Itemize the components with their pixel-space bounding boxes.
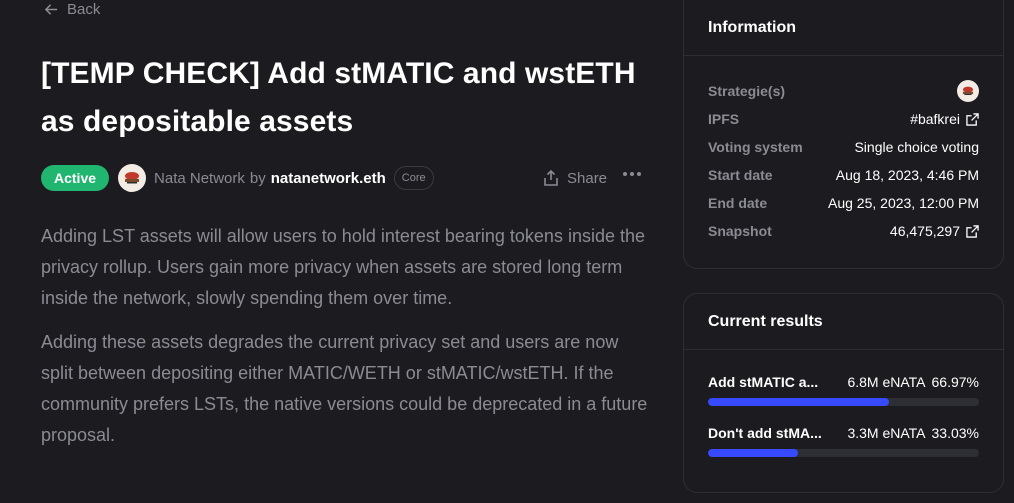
info-value: Aug 25, 2023, 12:00 PM: [828, 195, 979, 211]
result-percent: 66.97%: [931, 374, 979, 390]
info-row-start-date: Start date Aug 18, 2023, 4:46 PM: [708, 161, 979, 189]
information-heading: Information: [684, 0, 1003, 56]
back-link[interactable]: Back: [44, 1, 100, 18]
external-link-icon: [966, 112, 979, 126]
status-badge: Active: [41, 165, 110, 191]
proposal-title: [TEMP CHECK] Add stMATIC and wstETH as d…: [41, 57, 636, 138]
info-value: #bafkrei: [910, 111, 960, 127]
info-row-strategies: Strategie(s): [708, 77, 979, 105]
share-button[interactable]: Share: [542, 169, 607, 187]
result-bar-track: [708, 449, 979, 457]
author-link[interactable]: natanetwork.eth: [271, 170, 386, 187]
space-avatar[interactable]: [118, 164, 147, 192]
info-value: Single choice voting: [854, 139, 979, 155]
nata-network-logo: [962, 86, 974, 95]
result-bar-fill: [708, 398, 890, 406]
proposal-body-paragraph: Adding LST assets will allow users to ho…: [41, 226, 646, 308]
info-label: End date: [708, 195, 768, 211]
result-bar-fill: [708, 449, 798, 457]
external-link-icon: [966, 224, 979, 238]
result-votes: 3.3M eNATA: [847, 425, 926, 441]
info-label: Voting system: [708, 139, 803, 155]
result-percent: 33.03%: [931, 425, 979, 441]
info-label: Snapshot: [708, 223, 772, 239]
more-horizontal-icon: [623, 172, 627, 176]
share-icon: [544, 169, 558, 186]
info-label: Strategie(s): [708, 83, 786, 99]
ipfs-link[interactable]: #bafkrei: [910, 111, 979, 127]
back-label: Back: [67, 1, 101, 18]
info-row-voting-system: Voting system Single choice voting: [708, 133, 979, 161]
nata-network-logo: [125, 172, 140, 184]
result-bar-track: [708, 398, 979, 406]
result-item: Don't add stMA... 3.3M eNATA 33.03%: [708, 423, 979, 457]
info-label: IPFS: [708, 111, 740, 127]
more-options-button[interactable]: [623, 172, 641, 176]
result-item: Add stMATIC a... 6.8M eNATA 66.97%: [708, 372, 979, 406]
author-role-badge: Core: [393, 166, 434, 190]
arrow-left-icon: [44, 4, 58, 15]
info-row-snapshot: Snapshot 46,475,297: [708, 217, 979, 245]
result-votes: 6.8M eNATA: [847, 374, 926, 390]
result-choice: Add stMATIC a...: [708, 374, 819, 390]
info-value: 46,475,297: [889, 223, 960, 239]
results-panel: Current results Add stMATIC a... 6.8M eN…: [683, 293, 1004, 493]
info-label: Start date: [708, 167, 773, 183]
information-panel: Information Strategie(s) IPFS #bafkrei V…: [683, 0, 1004, 269]
results-heading: Current results: [684, 294, 1003, 350]
info-row-end-date: End date Aug 25, 2023, 12:00 PM: [708, 189, 979, 217]
by-label: by: [249, 169, 266, 187]
result-choice: Don't add stMA...: [708, 425, 822, 441]
share-label: Share: [567, 169, 608, 187]
strategy-avatar[interactable]: [957, 80, 979, 102]
snapshot-link[interactable]: 46,475,297: [890, 223, 979, 239]
space-name[interactable]: Nata Network: [154, 170, 245, 187]
more-horizontal-icon: [630, 172, 634, 176]
info-value: Aug 18, 2023, 4:46 PM: [835, 167, 979, 183]
proposal-body-paragraph: Adding these assets degrades the current…: [41, 332, 648, 445]
more-horizontal-icon: [637, 172, 641, 176]
info-row-ipfs: IPFS #bafkrei: [708, 105, 979, 133]
proposal-meta: Active Nata Network by natanetwork.eth C…: [41, 163, 651, 193]
